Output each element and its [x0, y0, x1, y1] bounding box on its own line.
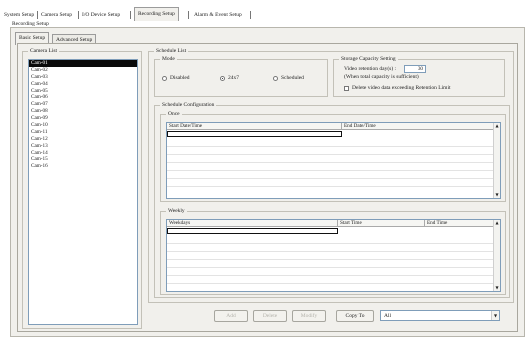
- table-row-line: [167, 178, 493, 179]
- weekly-table-scrollbar[interactable]: ▲ ▼: [493, 220, 500, 291]
- schedule-configuration-group: Schedule Configuration Once Start Date/T…: [154, 102, 510, 298]
- schedule-list-group: Schedule List Mode Disabled 24x7 Schedul…: [148, 48, 514, 303]
- tab-camera-setup[interactable]: Camera Setup: [38, 9, 75, 21]
- camera-list-item[interactable]: Cam-11: [29, 129, 137, 136]
- delete-exceeding-label: Delete video data exceeding Retention Li…: [352, 85, 451, 91]
- weekly-group: Weekly Weekdays Start Time End Time ▲ ▼: [160, 208, 506, 295]
- chevron-down-icon[interactable]: ▼: [494, 192, 500, 198]
- once-col-start-datetime[interactable]: Start Date/Time: [167, 123, 342, 130]
- camera-list-item[interactable]: Cam-04: [29, 81, 137, 88]
- schedule-list-label: Schedule List: [154, 48, 189, 55]
- retention-days-label: Video retention day(s) :: [344, 66, 397, 72]
- camera-list-item[interactable]: Cam-08: [29, 108, 137, 115]
- tab-alarm-event-setup[interactable]: Alarm & Event Setup: [191, 9, 245, 21]
- table-row-line: [167, 146, 493, 147]
- chevron-down-icon[interactable]: ▼: [494, 285, 500, 291]
- camera-list-item[interactable]: Cam-10: [29, 122, 137, 129]
- table-row-line: [167, 186, 493, 187]
- weekly-schedule-table[interactable]: Weekdays Start Time End Time ▲ ▼: [166, 219, 501, 292]
- delete-button[interactable]: Delete: [253, 310, 287, 322]
- mode-disabled-radio[interactable]: [162, 76, 167, 81]
- camera-list-item[interactable]: Cam-15: [29, 156, 137, 163]
- camera-list-item[interactable]: Cam-13: [29, 143, 137, 150]
- camera-list[interactable]: Cam-01 Cam-02 Cam-03 Cam-04 Cam-05 Cam-0…: [28, 59, 138, 325]
- add-button[interactable]: Add: [214, 310, 248, 322]
- modify-button[interactable]: Modify: [292, 310, 326, 322]
- weekly-table-header: Weekdays Start Time End Time: [167, 220, 495, 227]
- once-table-selected-row[interactable]: [167, 131, 342, 137]
- camera-list-item[interactable]: Cam-07: [29, 101, 137, 108]
- storage-capacity-label: Storage Capacity Setting: [339, 56, 398, 63]
- camera-list-item[interactable]: Cam-09: [29, 115, 137, 122]
- storage-capacity-group: Storage Capacity Setting Video retention…: [333, 56, 505, 97]
- once-table-header: Start Date/Time End Date/Time: [167, 123, 495, 130]
- once-table-scrollbar[interactable]: ▲ ▼: [493, 123, 500, 198]
- mode-label: Mode: [160, 56, 177, 63]
- basic-setup-content: Camera List Cam-01 Cam-02 Cam-03 Cam-04 …: [17, 43, 518, 332]
- camera-list-item[interactable]: Cam-03: [29, 74, 137, 81]
- table-row-line: [167, 283, 493, 284]
- tab-separator: [130, 11, 131, 19]
- camera-list-group: Camera List Cam-01 Cam-02 Cam-03 Cam-04 …: [22, 48, 142, 329]
- camera-list-label: Camera List: [28, 48, 60, 55]
- tab-system-setup[interactable]: System Setup: [1, 9, 37, 21]
- weekly-label: Weekly: [166, 208, 187, 215]
- table-row-line: [167, 275, 493, 276]
- tab-separator: [250, 11, 251, 19]
- table-row-line: [167, 267, 493, 268]
- delete-exceeding-checkbox[interactable]: [344, 86, 349, 91]
- chevron-up-icon[interactable]: ▲: [494, 220, 500, 226]
- table-row-line: [167, 259, 493, 260]
- mode-24x7-label: 24x7: [228, 75, 239, 81]
- weekly-col-end-time[interactable]: End Time: [425, 220, 495, 227]
- table-row-line: [167, 170, 493, 171]
- once-group: Once Start Date/Time End Date/Time ▲ ▼: [160, 111, 506, 202]
- retention-days-input[interactable]: 30: [404, 65, 426, 73]
- schedule-configuration-label: Schedule Configuration: [160, 102, 217, 109]
- mode-disabled-label: Disabled: [170, 75, 190, 81]
- chevron-down-icon[interactable]: ▼: [491, 311, 499, 320]
- table-row-line: [167, 154, 493, 155]
- tab-io-device-setup[interactable]: I/O Device Setup: [79, 9, 123, 21]
- copy-to-button[interactable]: Copy To: [336, 310, 374, 322]
- camera-list-item[interactable]: Cam-16: [29, 163, 137, 170]
- copy-to-select[interactable]: All ▼: [380, 310, 500, 321]
- copy-to-select-value: All: [384, 313, 392, 319]
- retention-note: (When total capacity is sufficient): [344, 74, 419, 80]
- camera-list-item[interactable]: Cam-01: [29, 60, 137, 67]
- weekly-col-start-time[interactable]: Start Time: [338, 220, 425, 227]
- chevron-up-icon[interactable]: ▲: [494, 123, 500, 129]
- once-label: Once: [166, 111, 182, 118]
- table-row-line: [167, 251, 493, 252]
- table-row-line: [167, 162, 493, 163]
- once-col-end-datetime[interactable]: End Date/Time: [342, 123, 495, 130]
- once-schedule-table[interactable]: Start Date/Time End Date/Time ▲ ▼: [166, 122, 501, 199]
- mode-group: Mode Disabled 24x7 Scheduled: [154, 56, 328, 97]
- camera-list-item[interactable]: Cam-05: [29, 88, 137, 95]
- camera-list-item[interactable]: Cam-12: [29, 136, 137, 143]
- table-row-line: [167, 243, 493, 244]
- mode-24x7-radio[interactable]: [220, 76, 225, 81]
- mode-scheduled-radio[interactable]: [273, 76, 278, 81]
- top-tab-strip: System Setup Camera Setup I/O Device Set…: [0, 0, 532, 21]
- camera-list-item[interactable]: Cam-02: [29, 67, 137, 74]
- camera-list-item[interactable]: Cam-06: [29, 94, 137, 101]
- mode-scheduled-label: Scheduled: [281, 75, 304, 81]
- weekly-table-selected-row[interactable]: [167, 228, 338, 234]
- tab-recording-setup[interactable]: Recording Setup: [134, 7, 179, 21]
- camera-list-item[interactable]: Cam-14: [29, 150, 137, 157]
- weekly-col-weekdays[interactable]: Weekdays: [167, 220, 338, 227]
- tab-separator: [188, 11, 189, 19]
